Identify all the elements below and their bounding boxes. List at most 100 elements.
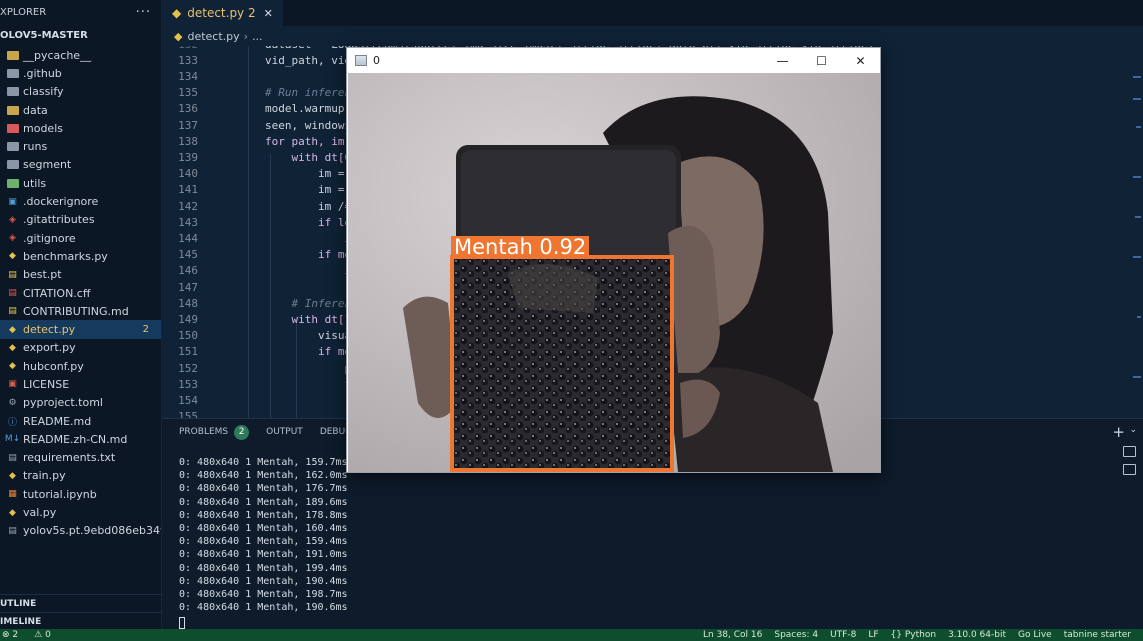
code-text: with dt[0]: (212, 150, 365, 164)
code-line[interactable]: 149 with dt[1]: (162, 311, 364, 327)
code-line[interactable]: 142 im /= 255 (162, 198, 377, 214)
tree-item-runs[interactable]: runs (0, 137, 161, 155)
tree-item-segment[interactable]: segment (0, 156, 161, 174)
tree-item-benchmarks-py[interactable]: ◆ benchmarks.py (0, 247, 161, 265)
python-interpreter[interactable]: 3.10.0 64-bit (948, 630, 1006, 640)
outline-section[interactable]: UTLINE (0, 594, 162, 612)
python-icon: ◆ (9, 251, 16, 262)
tree-item-tutorial-ipynb[interactable]: ▦ tutorial.ipynb (0, 485, 161, 503)
tree-item-hubconf-py[interactable]: ◆ hubconf.py (0, 357, 161, 375)
tree-item-label: data (23, 103, 48, 117)
minimap[interactable] (1129, 46, 1143, 418)
breadcrumb-file[interactable]: detect.py (187, 30, 239, 43)
code-line[interactable]: 150 visualize (162, 328, 377, 344)
line-number: 149 (178, 312, 198, 326)
close-tab-icon[interactable]: ✕ (264, 7, 273, 20)
close-button[interactable]: ✕ (841, 54, 880, 68)
tree-item-requirements-txt[interactable]: ▤ requirements.txt (0, 449, 161, 467)
code-line[interactable]: 137 seen, windows, dt (162, 117, 377, 133)
tree-item-readme-zh-cn-md[interactable]: M↓ README.zh-CN.md (0, 430, 161, 448)
tree-item-license[interactable]: ▣ LICENSE (0, 375, 161, 393)
opencv-window[interactable]: 0 — ☐ ✕ Mentah 0.92 (346, 47, 881, 473)
tree-item-label: classify (23, 85, 64, 99)
tab-problems[interactable]: PROBLEMS 2 (179, 424, 250, 440)
tree-item-pyproject-toml[interactable]: ⚙ pyproject.toml (0, 394, 161, 412)
tree-item-val-py[interactable]: ◆ val.py (0, 503, 161, 521)
code-line[interactable]: 132 dataset = LoadStreams(source, img_si… (162, 46, 874, 52)
code-text: # Inference (212, 296, 365, 310)
code-line[interactable]: 140 im = torch (162, 166, 384, 182)
line-number: 152 (178, 361, 198, 375)
code-line[interactable]: 135 # Run inference (162, 85, 364, 101)
code-line[interactable]: 134 (162, 68, 198, 84)
tree-item-label: CONTRIBUTING.md (23, 304, 129, 318)
window-titlebar[interactable]: 0 — ☐ ✕ (347, 48, 880, 73)
terminal-line: 0: 480x640 1 Mentah, 162.0ms (179, 470, 348, 482)
code-line[interactable]: 139 with dt[0]: (162, 149, 364, 165)
tree-item-models[interactable]: models (0, 119, 161, 137)
code-line[interactable]: 148 # Inference (162, 295, 364, 311)
code-line[interactable]: 146 ims = (162, 263, 377, 279)
code-line[interactable]: 145 if model.x (162, 247, 384, 263)
tab-output[interactable]: OUTPUT (266, 427, 303, 437)
problems-status[interactable]: ⊗ 2 (2, 630, 18, 640)
tab-detect-py[interactable]: ◆ detect.py 2 ✕ (162, 0, 283, 26)
timeline-section[interactable]: IMELINE (0, 612, 162, 630)
breadcrumb-rest[interactable]: ... (252, 30, 263, 43)
terminal-output[interactable]: 0: 480x640 1 Mentah, 159.7ms 0: 480x640 1… (179, 457, 348, 632)
tree-item-classify[interactable]: classify (0, 83, 161, 101)
tree-item-gitignore[interactable]: ◈ .gitignore (0, 229, 161, 247)
problem-count-badge: 2 (142, 324, 149, 336)
tree-item-best-pt[interactable]: ▤ best.pt (0, 266, 161, 284)
go-live-button[interactable]: Go Live (1018, 630, 1052, 640)
code-line[interactable]: 141 im = im.ha (162, 182, 384, 198)
encoding[interactable]: UTF-8 (830, 630, 856, 640)
indentation[interactable]: Spaces: 4 (774, 630, 818, 640)
workspace-root[interactable]: OLOV5-MASTER (0, 24, 161, 46)
tree-item-yolov5s-pt-9ebd086eb3494[interactable]: ▤ yolov5s.pt.9ebd086eb3494... (0, 522, 161, 540)
tree-item-export-py[interactable]: ◆ export.py (0, 339, 161, 357)
tree-item-data[interactable]: data (0, 101, 161, 119)
tree-item-dockerignore[interactable]: ▣ .dockerignore (0, 192, 161, 210)
code-line[interactable]: 152 pred = (162, 360, 384, 376)
code-line[interactable]: 154 (162, 392, 198, 408)
terminal-line: 0: 480x640 1 Mentah, 189.6ms (179, 496, 348, 508)
tree-item-github[interactable]: .github (0, 64, 161, 82)
more-actions-icon[interactable]: ··· (136, 5, 151, 20)
terminal-line: 0: 480x640 1 Mentah, 176.7ms (179, 483, 348, 495)
tree-item-gitattributes[interactable]: ◈ .gitattributes (0, 211, 161, 229)
code-line[interactable]: 155 (162, 409, 198, 418)
code-line[interactable]: 136 model.warmup(imgsz (162, 101, 384, 117)
tree-item-detect-py[interactable]: ◆ detect.py 2 (0, 320, 161, 339)
tree-item-label: segment (23, 158, 72, 172)
tree-item-pycache[interactable]: __pycache__ (0, 46, 161, 64)
maximize-button[interactable]: ☐ (802, 54, 841, 68)
tree-item-utils[interactable]: utils (0, 174, 161, 192)
minimize-button[interactable]: — (763, 54, 802, 68)
code-line[interactable]: 138 for path, im, im0s (162, 133, 384, 149)
tree-item-label: .gitignore (23, 231, 76, 245)
warnings-status[interactable]: ⚠ 0 (34, 630, 51, 640)
tree-item-train-py[interactable]: ◆ train.py (0, 467, 161, 485)
tree-item-readme-md[interactable]: ⓘ README.md (0, 412, 161, 430)
chevron-down-icon[interactable]: ⌄ (1129, 425, 1137, 435)
tree-item-label: pyproject.toml (23, 396, 103, 410)
cursor-position[interactable]: Ln 38, Col 16 (703, 630, 762, 640)
folder-icon (6, 86, 19, 97)
code-line[interactable]: 153 for im (162, 376, 384, 392)
end-of-line[interactable]: LF (868, 630, 878, 640)
line-number: 138 (178, 134, 198, 148)
tree-item-contributing-md[interactable]: ▤ CONTRIBUTING.md (0, 302, 161, 320)
code-line[interactable]: 143 if len(im. (162, 214, 384, 230)
tree-item-citation-cff[interactable]: ▤ CITATION.cff (0, 284, 161, 302)
code-line[interactable]: 133 vid_path, vid_writer (162, 52, 397, 68)
terminal-instance-icon[interactable] (1123, 464, 1136, 475)
code-line[interactable]: 144 im = i (162, 230, 384, 246)
new-terminal-icon[interactable]: + (1112, 423, 1125, 441)
code-line[interactable]: 147 (162, 279, 198, 295)
gear-icon: ⚙ (8, 397, 17, 408)
terminal-instance-icon[interactable] (1123, 446, 1136, 457)
code-line[interactable]: 151 if model.x (162, 344, 384, 360)
language-mode[interactable]: {} Python (891, 630, 937, 640)
tabnine-status[interactable]: tabnine starter (1064, 630, 1131, 640)
